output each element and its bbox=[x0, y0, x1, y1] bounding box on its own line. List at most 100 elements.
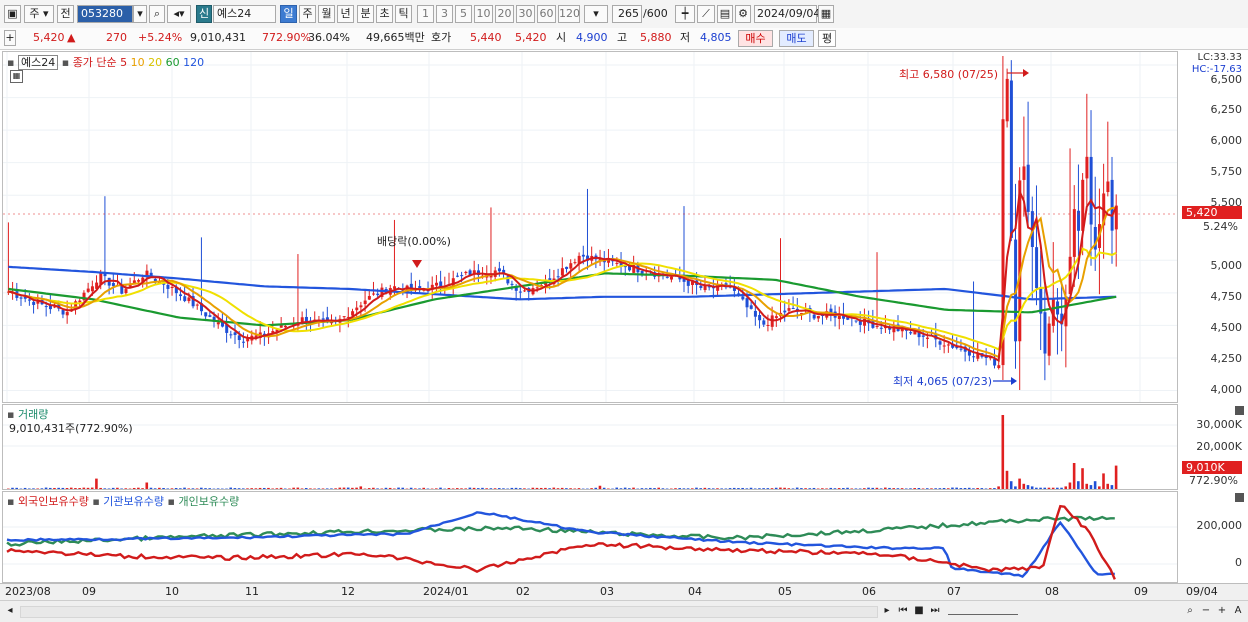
interval-5[interactable]: 5 bbox=[455, 5, 472, 23]
sell-button[interactable]: 매도 bbox=[779, 30, 814, 47]
interval-20[interactable]: 20 bbox=[495, 5, 514, 23]
tab-year[interactable]: 년 bbox=[337, 5, 354, 23]
volume-bar bbox=[767, 488, 770, 489]
price-pane[interactable]: ▪ 예스24 ▪ 종가 단순 5 10 20 60 120 ▦ 최고 6,580… bbox=[2, 51, 1178, 403]
volume-bar bbox=[716, 488, 719, 489]
volume-bar bbox=[330, 488, 333, 489]
volume-bar bbox=[523, 488, 526, 489]
code-dropdown-icon[interactable]: ▾ bbox=[133, 5, 147, 23]
tab-month[interactable]: 월 bbox=[318, 5, 335, 23]
volume-bar bbox=[783, 488, 786, 489]
stop-icon[interactable]: ■ bbox=[911, 603, 927, 619]
volume-bar bbox=[934, 488, 937, 489]
info-toggle-icon[interactable]: + bbox=[4, 30, 16, 46]
font-size-icon[interactable]: A bbox=[1230, 603, 1246, 619]
volume-bar bbox=[800, 488, 803, 489]
volume-bar bbox=[1111, 485, 1114, 489]
interval-3[interactable]: 3 bbox=[436, 5, 453, 23]
candle-body bbox=[45, 306, 48, 307]
period-select[interactable]: 주 ▾ bbox=[24, 5, 54, 23]
volume-bar bbox=[246, 488, 249, 489]
volume-bar bbox=[351, 488, 354, 489]
interval-60[interactable]: 60 bbox=[537, 5, 556, 23]
calendar-icon[interactable]: ▦ bbox=[818, 5, 834, 23]
zoom-in-icon[interactable]: + bbox=[1214, 603, 1230, 619]
volume-bar bbox=[855, 488, 858, 489]
code-input[interactable]: 053280 bbox=[77, 5, 133, 23]
volume-bar bbox=[229, 488, 232, 489]
interval-1[interactable]: 1 bbox=[417, 5, 434, 23]
tab-second[interactable]: 초 bbox=[376, 5, 393, 23]
price-chart bbox=[3, 52, 1177, 402]
interval-120[interactable]: 120 bbox=[558, 5, 580, 23]
scroll-left-icon[interactable]: ◂ bbox=[2, 603, 18, 619]
volume-bar bbox=[737, 488, 740, 489]
flat-button[interactable]: 평 bbox=[818, 30, 836, 47]
volume-bar bbox=[876, 488, 879, 489]
tab-day[interactable]: 일 bbox=[280, 5, 297, 23]
dividend-note: 배당락(0.00%) bbox=[377, 233, 451, 249]
holdings-pane[interactable]: ▪ 외국인보유수량 ▪ 기관보유수량 ▪ 개인보유수량 bbox=[2, 491, 1178, 583]
pane-close-icon[interactable] bbox=[1235, 493, 1244, 502]
scroll-track[interactable] bbox=[20, 606, 878, 618]
volume-bar bbox=[771, 488, 774, 489]
interval-dropdown-icon[interactable]: ▾ bbox=[584, 5, 608, 23]
grid-toggle-icon[interactable]: ▦ bbox=[10, 70, 23, 83]
search-icon[interactable]: ⌕ bbox=[1182, 603, 1198, 619]
volume-bar bbox=[901, 488, 904, 489]
candle-body bbox=[939, 341, 942, 344]
tab-minute[interactable]: 분 bbox=[357, 5, 374, 23]
volume-bar bbox=[481, 488, 484, 489]
tab-week[interactable]: 주 bbox=[299, 5, 316, 23]
legend-dot-icon: ▪ bbox=[7, 495, 14, 508]
chart-layout-icon[interactable]: ▣ bbox=[4, 5, 21, 23]
date-input[interactable]: 2024/09/04 bbox=[754, 5, 817, 23]
fast-forward-icon[interactable]: ⏭ bbox=[927, 603, 943, 619]
volume-bar bbox=[569, 488, 572, 489]
count-max: /600 bbox=[643, 7, 668, 21]
zoom-out-icon[interactable]: − bbox=[1198, 603, 1214, 619]
high-label: 고 bbox=[617, 31, 627, 45]
save-icon[interactable]: ▤ bbox=[717, 5, 733, 23]
draw-tool-icon[interactable]: ⟋ bbox=[697, 5, 715, 23]
volume-bar bbox=[150, 488, 153, 489]
dividend-arrow-icon bbox=[412, 260, 422, 268]
volume-bar bbox=[968, 488, 971, 489]
volume-bar bbox=[699, 488, 702, 489]
buy-button[interactable]: 매수 bbox=[738, 30, 773, 47]
tab-tick[interactable]: 틱 bbox=[395, 5, 412, 23]
volume-bar bbox=[544, 488, 547, 489]
candle-body bbox=[1006, 79, 1009, 121]
volume-bar bbox=[280, 488, 283, 489]
candle-body bbox=[91, 286, 94, 291]
volume-bar bbox=[234, 488, 237, 489]
volume-bar bbox=[343, 488, 346, 489]
search-icon[interactable]: ⌕ bbox=[149, 5, 165, 23]
candle-type-icon[interactable]: ┿ bbox=[675, 5, 695, 23]
candle-body bbox=[28, 300, 31, 301]
zoom-slider[interactable] bbox=[948, 608, 1018, 615]
stock-name-field[interactable]: 예스24 bbox=[213, 5, 276, 23]
gear-icon[interactable]: ⚙ bbox=[735, 5, 751, 23]
volume-bar bbox=[951, 488, 954, 489]
interval-10[interactable]: 10 bbox=[474, 5, 493, 23]
volume-bar bbox=[687, 488, 690, 489]
volume-pane[interactable]: ▪ 거래량 9,010,431주(772.90%) bbox=[2, 404, 1178, 490]
rewind-icon[interactable]: ⏮ bbox=[895, 603, 911, 619]
scroll-right-icon[interactable]: ▸ bbox=[879, 603, 895, 619]
chart-scrollbar[interactable]: ◂ ▸ ⏮ ■ ⏭ ⌕ − + A bbox=[0, 600, 1248, 622]
pane-close-icon[interactable] bbox=[1235, 406, 1244, 415]
volume-bar bbox=[897, 488, 900, 489]
volume-axis: 30,000K 20,000K 9,010K 772.90% bbox=[1178, 404, 1248, 490]
prev-button[interactable]: 전 bbox=[57, 5, 74, 23]
x-label: 03 bbox=[600, 585, 614, 598]
volume-bar bbox=[867, 488, 870, 489]
volume-bar bbox=[511, 488, 514, 489]
volume-bar bbox=[1085, 484, 1088, 489]
sound-icon[interactable]: ◂▾ bbox=[167, 5, 191, 23]
count-input[interactable]: 265 bbox=[612, 5, 642, 23]
holdings-legend: ▪ 외국인보유수량 ▪ 기관보유수량 ▪ 개인보유수량 bbox=[7, 493, 239, 509]
hold-ytick-0: 0 bbox=[1235, 556, 1242, 569]
interval-30[interactable]: 30 bbox=[516, 5, 535, 23]
volume-bar bbox=[448, 488, 451, 489]
